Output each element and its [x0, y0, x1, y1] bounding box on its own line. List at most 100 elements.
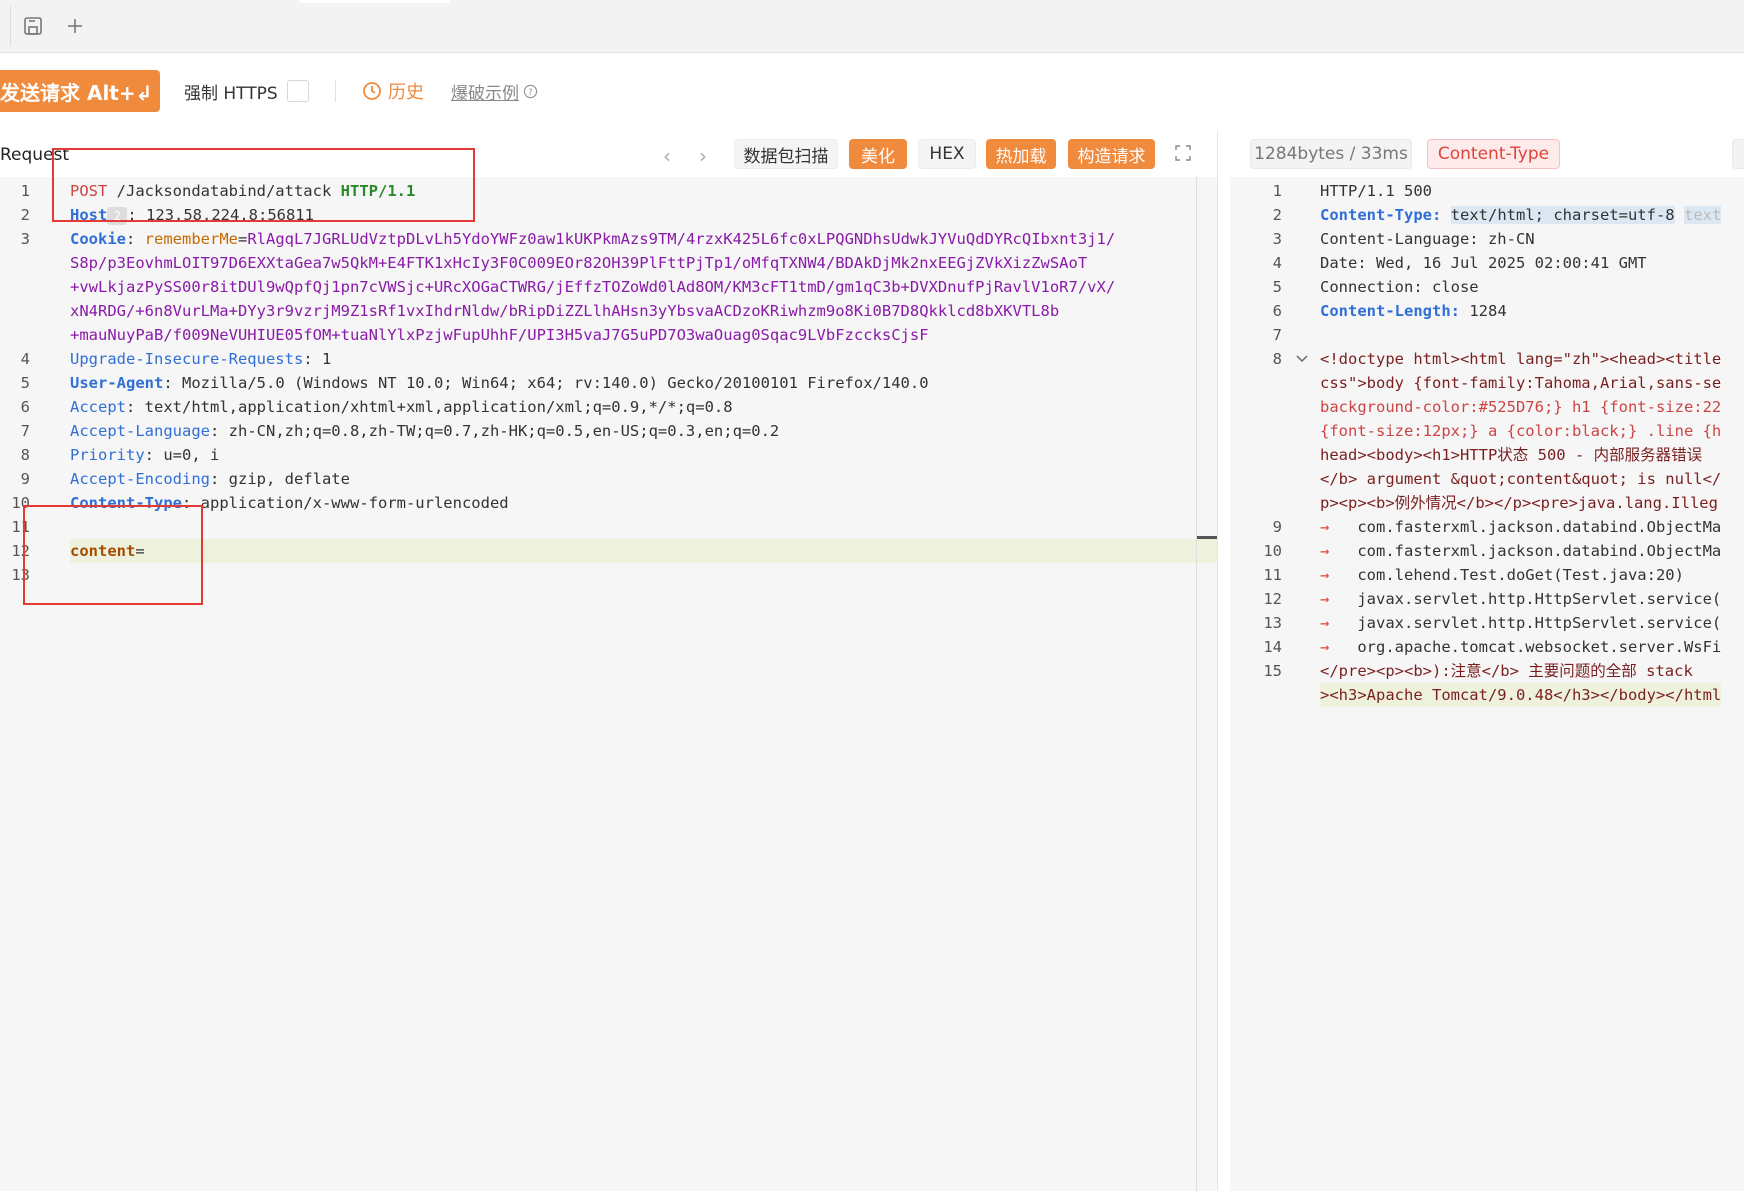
line-number: 12	[1263, 590, 1282, 608]
stack-trace-line: → com.lehend.Test.doGet(Test.java:20)	[1320, 566, 1684, 584]
request-line-6: Accept: text/html,application/xhtml+xml,…	[70, 398, 733, 416]
construct-request-button[interactable]: 构造请求	[1068, 139, 1155, 169]
header-key: Content-Length:	[1320, 302, 1460, 320]
fold-chevron-icon[interactable]	[1294, 351, 1310, 371]
hex-button[interactable]: HEX	[918, 139, 976, 169]
header-key: Accept-Language	[70, 422, 210, 440]
stack-trace-line: → javax.servlet.http.HttpServlet.service…	[1320, 590, 1722, 608]
add-tab-icon[interactable]	[62, 13, 88, 39]
content-type-badge[interactable]: Content-Type	[1427, 139, 1560, 169]
help-icon: ?	[523, 84, 538, 99]
line-number: 10	[11, 494, 30, 512]
line-number: 2	[20, 206, 30, 224]
history-button[interactable]: 历史	[362, 78, 424, 104]
cookie-value: RlAgqL7JGRLUdVztpDLvLh5YdoYWFz0aw1kUKPkm…	[247, 230, 1116, 248]
header-value: 123.58.224.8:56811	[146, 206, 314, 224]
line-number: 9	[20, 470, 30, 488]
line-number: 8	[1272, 350, 1282, 368]
line-number: 12	[11, 542, 30, 560]
stack-trace-line: → javax.servlet.http.HttpServlet.service…	[1320, 614, 1722, 632]
line-number: 8	[20, 446, 30, 464]
editor-scrollbar-track[interactable]	[1196, 177, 1197, 1191]
response-extra-badge[interactable]	[1732, 139, 1744, 169]
brute-example-label: 爆破示例	[451, 84, 519, 104]
line-number: 1	[1272, 182, 1282, 200]
fullscreen-icon[interactable]	[1174, 144, 1192, 166]
line-number: 3	[1272, 230, 1282, 248]
active-tab-indicator	[300, 0, 450, 3]
beautify-button[interactable]: 美化	[849, 139, 907, 169]
line-number: 6	[20, 398, 30, 416]
size-time-badge: 1284bytes / 33ms	[1250, 139, 1412, 169]
response-line-4: Date: Wed, 16 Jul 2025 02:00:41 GMT	[1320, 254, 1647, 272]
svg-text:?: ?	[528, 87, 532, 97]
header-value: application/x-www-form-urlencoded	[200, 494, 509, 512]
line-number: 14	[1263, 638, 1282, 656]
line-number: 4	[1272, 254, 1282, 272]
header-value: text/html,application/xhtml+xml,applicat…	[144, 398, 733, 416]
tab-arrow-icon: →	[1320, 518, 1358, 536]
next-arrow-icon[interactable]: ›	[699, 144, 707, 168]
tab-arrow-icon: →	[1320, 638, 1358, 656]
header-value: u=0, i	[163, 446, 220, 464]
line-number: 9	[1272, 518, 1282, 536]
header-key: Accept-Encoding	[70, 470, 210, 488]
line-number: 11	[1263, 566, 1282, 584]
pane-divider[interactable]	[1217, 131, 1231, 1191]
line-number: 7	[20, 422, 30, 440]
save-icon[interactable]	[20, 13, 46, 39]
prev-arrow-icon[interactable]: ‹	[663, 144, 671, 168]
header-value-tail: text	[1683, 206, 1722, 224]
request-line-2: Host 2: 123.58.224.8:56811	[70, 206, 314, 225]
tab-arrow-icon: →	[1320, 590, 1358, 608]
packet-scan-button[interactable]: 数据包扫描	[734, 139, 838, 169]
tab-arrow-icon: →	[1320, 542, 1358, 560]
response-line-6: Content-Length: 1284	[1320, 299, 1507, 323]
header-key: Priority	[70, 446, 145, 464]
cookie-value-cont: S8p/p3EovhmLOIT97D6EXXtaGea7w5QkM+E4FTK1…	[70, 254, 1088, 272]
line-number: 10	[1263, 542, 1282, 560]
header-key: Content-Type:	[1320, 206, 1442, 224]
line-number: 11	[11, 518, 30, 536]
request-line-5: User-Agent: Mozilla/5.0 (Windows NT 10.0…	[70, 374, 929, 392]
request-line-8: Priority: u=0, i	[70, 446, 220, 464]
response-status-line: HTTP/1.1 500	[1320, 182, 1432, 200]
request-line-10: Content-Type: application/x-www-form-url…	[70, 494, 509, 512]
line-number: 3	[20, 230, 30, 248]
force-https-checkbox[interactable]	[287, 80, 309, 102]
line-number: 13	[11, 566, 30, 584]
http-protocol: HTTP/1.1	[340, 182, 416, 200]
request-panel-title: Request	[0, 145, 70, 165]
response-html-line: {font-size:12px;} a {color:black;} .line…	[1320, 422, 1722, 440]
hotload-button[interactable]: 热加载	[986, 139, 1056, 169]
body-param-eq: =	[135, 542, 145, 560]
brute-example-link[interactable]: 爆破示例 ?	[451, 79, 538, 104]
clock-icon	[363, 82, 381, 100]
stack-trace-line: → com.fasterxml.jackson.databind.ObjectM…	[1320, 542, 1722, 560]
header-value: 1	[321, 350, 332, 368]
header-value: 1284	[1469, 302, 1507, 320]
header-key: User-Agent	[70, 374, 164, 392]
request-path: /Jacksondatabind/attack	[116, 182, 332, 200]
header-key: Accept	[70, 398, 126, 416]
stack-trace-line: → org.apache.tomcat.websocket.server.WsF…	[1320, 638, 1722, 656]
response-html-line: ><h3>Apache Tomcat/9.0.48</h3></body></h…	[1320, 683, 1722, 707]
request-line-7: Accept-Language: zh-CN,zh;q=0.8,zh-TW;q=…	[70, 422, 780, 440]
toolbar-divider	[335, 80, 336, 102]
editor-scroll-marker	[1197, 536, 1217, 539]
line-number: 1	[20, 182, 30, 200]
line-number: 6	[1272, 302, 1282, 320]
response-html-line: background-color:#525D76;} h1 {font-size…	[1320, 398, 1722, 416]
line-number: 5	[20, 374, 30, 392]
send-request-button[interactable]: 发送请求 Alt+↲	[0, 70, 160, 112]
header-value: gzip, deflate	[228, 470, 350, 488]
request-line-1: POST /Jacksondatabind/attack HTTP/1.1	[70, 179, 415, 203]
current-line-highlight	[70, 539, 1217, 563]
cookie-value-cont: xN4RDG/+6n8VurLMa+DYy3r9vzrjM9Z1sRf1vxIh…	[70, 302, 1060, 320]
response-line-2: Content-Type: text/html; charset=utf-8 t…	[1320, 203, 1722, 227]
line-number: 5	[1272, 278, 1282, 296]
cookie-name: rememberMe	[144, 230, 238, 248]
tab-arrow-icon: →	[1320, 614, 1358, 632]
response-html-line: css">body {font-family:Tahoma,Arial,sans…	[1320, 374, 1722, 392]
response-line-3: Content-Language: zh-CN	[1320, 230, 1535, 248]
